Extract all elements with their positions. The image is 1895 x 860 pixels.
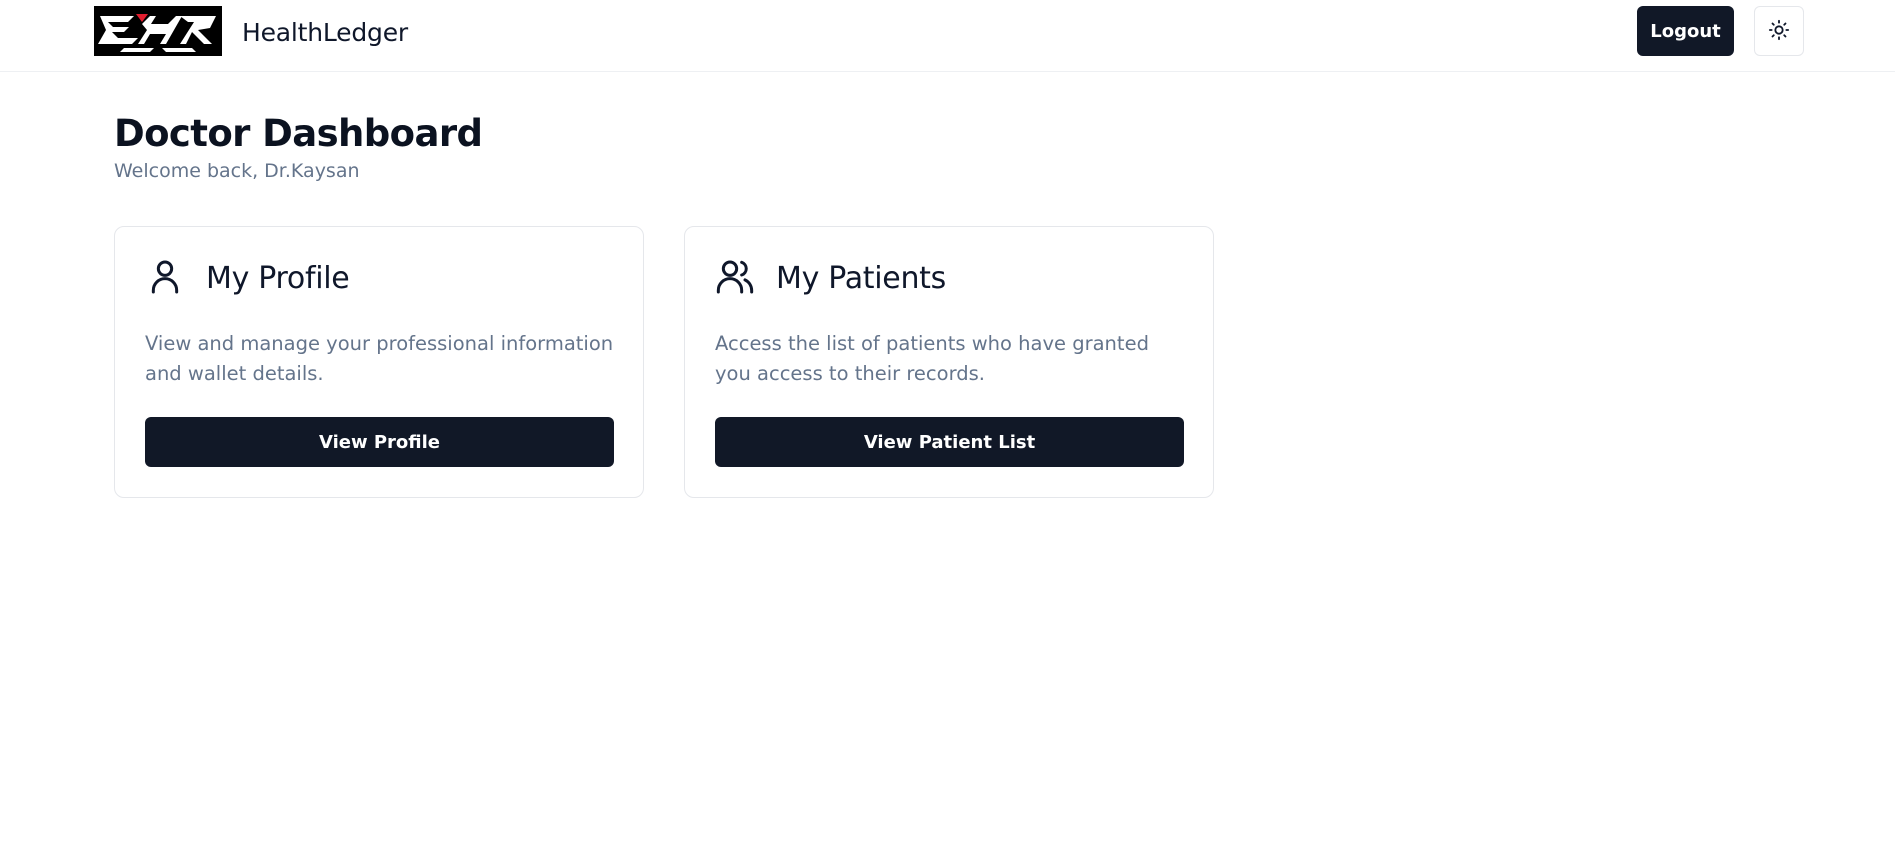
ehr-logo[interactable] [94, 6, 222, 56]
view-patient-list-button[interactable]: View Patient List [715, 417, 1184, 467]
top-navbar: HealthLedger Logout [0, 0, 1895, 72]
logout-button[interactable]: Logout [1637, 6, 1734, 56]
card-description: View and manage your professional inform… [145, 332, 614, 385]
welcome-message: Welcome back, Dr.Kaysan [114, 160, 360, 182]
card-title: My Patients [776, 261, 946, 296]
user-icon [145, 257, 185, 297]
card-title: My Profile [206, 261, 350, 296]
card-description: Access the list of patients who have gra… [715, 332, 1149, 385]
users-icon [715, 257, 755, 297]
app-brand-name: HealthLedger [242, 18, 408, 47]
page-title: Doctor Dashboard [114, 112, 483, 155]
theme-toggle-button[interactable] [1754, 6, 1804, 56]
view-profile-button[interactable]: View Profile [145, 417, 614, 467]
profile-card: My Profile View and manage your professi… [114, 226, 644, 498]
sun-icon [1768, 19, 1790, 44]
patients-card: My Patients Access the list of patients … [684, 226, 1214, 498]
